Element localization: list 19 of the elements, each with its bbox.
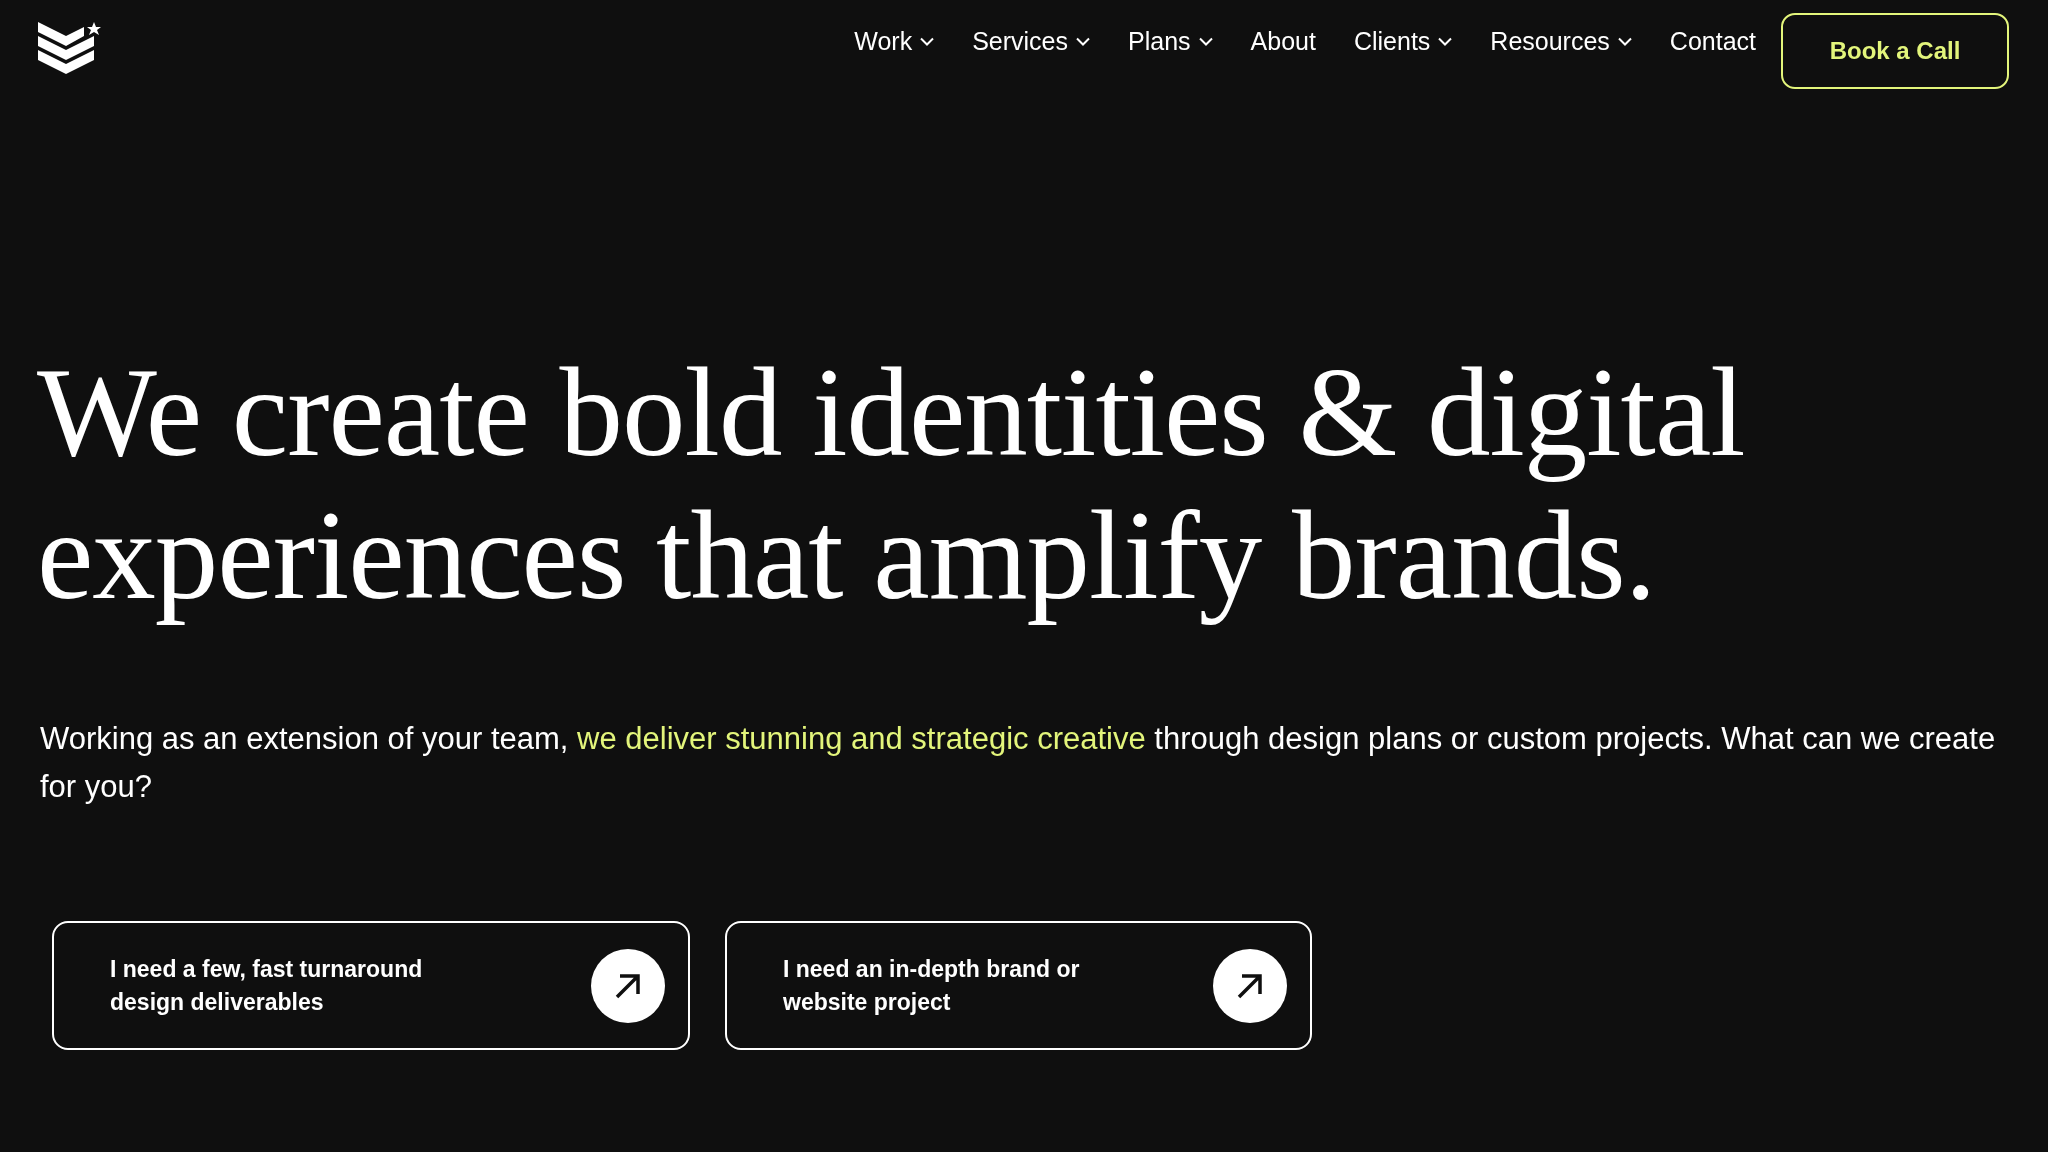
hero-headline: We create bold identities & digital experiences that amplify brands. (37, 341, 1746, 627)
intro-paragraph: Working as an extension of your team, we deliver stunning and strategic creative through design plans or custom projects. What can we create for you? (40, 720, 1997, 806)
arrow-up-right-icon (1213, 948, 1287, 1023)
chevron-down-icon (1438, 36, 1453, 46)
option-card[interactable]: I need an in-depth brand or website project (725, 921, 1312, 1050)
arrow-up-right-icon (591, 948, 665, 1023)
nav-dropdown[interactable]: Services (953, 7, 1109, 75)
option-card[interactable]: I need a few, fast turnaround design deliverables (52, 921, 690, 1050)
nav-dropdown[interactable]: Resources (1471, 7, 1651, 75)
chevron-down-icon (1198, 36, 1213, 46)
nav-link[interactable]: About (1231, 7, 1335, 75)
chevron-down-icon (1617, 36, 1632, 46)
nav-link[interactable]: Contact (1650, 7, 1775, 75)
book-call-button[interactable]: Book a Call (1781, 13, 2009, 89)
nav-dropdown[interactable]: Work (835, 7, 954, 75)
nav-dropdown[interactable]: Clients (1334, 7, 1472, 75)
chevron-down-icon (1076, 36, 1090, 46)
nav-dropdown[interactable]: Plans (1109, 7, 1232, 75)
chevron-down-icon (920, 36, 935, 46)
